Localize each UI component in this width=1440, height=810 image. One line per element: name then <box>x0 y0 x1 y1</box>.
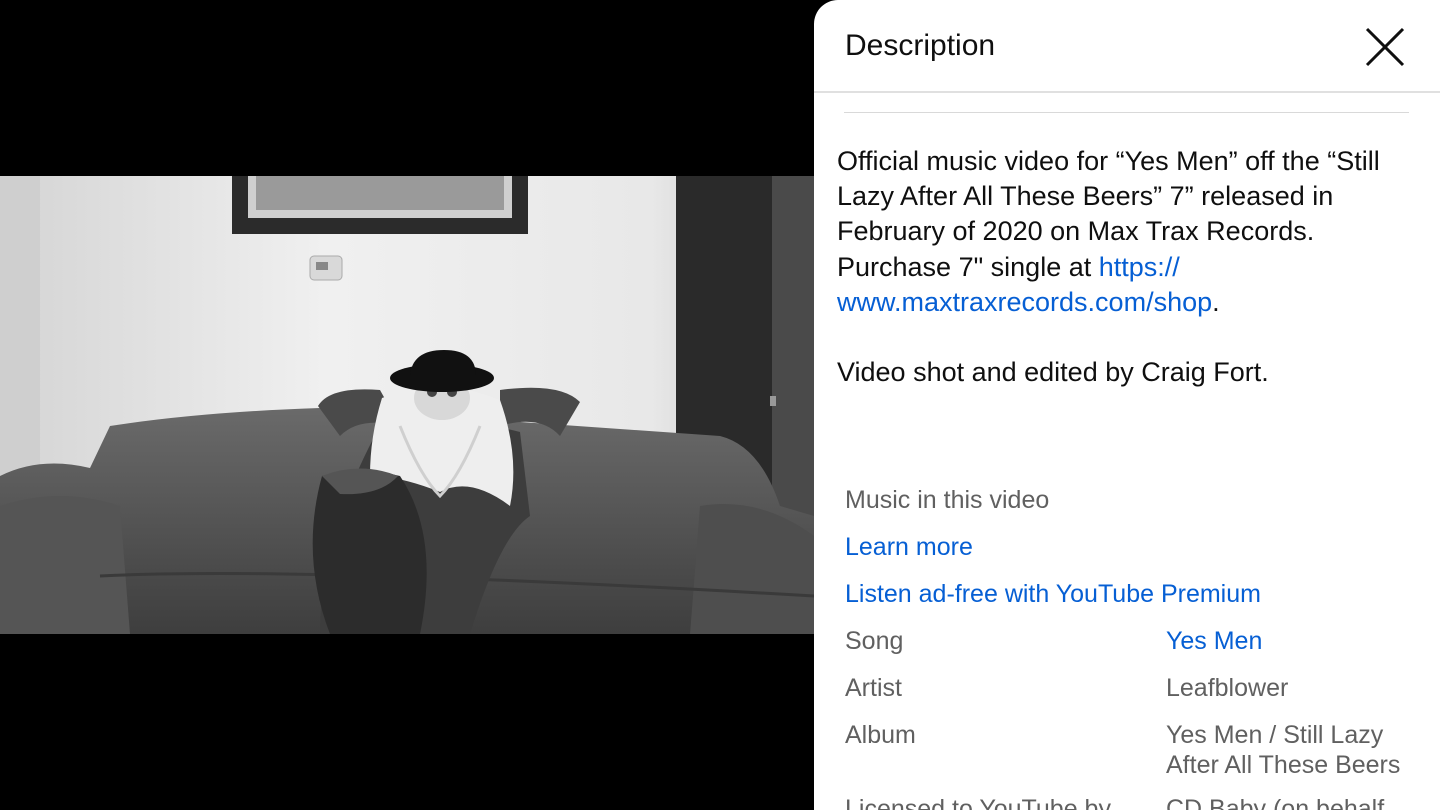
description-text: Official music video for “Yes Men” off t… <box>837 144 1417 390</box>
licensed-label: Licensed to YouTube by <box>845 795 1111 810</box>
panel-header: Description <box>814 0 1440 93</box>
song-label: Song <box>845 627 904 655</box>
video-frame[interactable] <box>0 176 814 634</box>
video-still-image <box>0 176 814 634</box>
album-label: Album <box>845 721 916 749</box>
panel-title: Description <box>845 29 996 62</box>
video-player[interactable] <box>0 0 814 810</box>
premium-link[interactable]: Listen ad-free with YouTube Premium <box>845 578 1261 610</box>
song-value-link[interactable]: Yes Men <box>1166 626 1426 656</box>
description-period: . <box>1212 286 1220 317</box>
licensed-value: CD Baby (on behalf <box>1166 795 1385 810</box>
music-heading: Music in this video <box>845 486 1050 514</box>
divider <box>844 112 1409 113</box>
close-button[interactable] <box>1362 24 1408 70</box>
artist-label: Artist <box>845 674 902 702</box>
credits-text: Video shot and edited by Craig Fort. <box>837 357 1269 388</box>
description-panel: Description Official music video for “Ye… <box>814 0 1440 810</box>
learn-more-link[interactable]: Learn more <box>845 531 973 563</box>
album-value: Yes Men / Still Lazy After All These Bee… <box>1166 721 1401 779</box>
close-icon[interactable] <box>1362 24 1408 70</box>
artist-value: Leafblower <box>1166 674 1289 702</box>
description-paragraph: Official music video for “Yes Men” off t… <box>837 144 1417 320</box>
